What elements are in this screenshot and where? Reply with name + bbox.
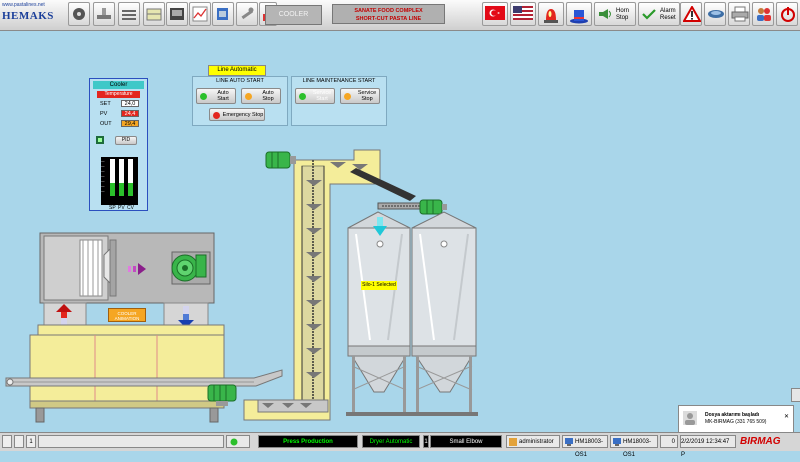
datetime-field: 2/2/2019 12:34:47 P (680, 435, 736, 458)
cooler-fan (171, 251, 211, 285)
status-icons (226, 435, 250, 448)
computer-icon (613, 438, 621, 446)
process-diagram (5, 149, 478, 423)
keyboard-icon[interactable] (2, 435, 12, 448)
user-avatar-icon (683, 411, 697, 425)
silo-1 (347, 211, 411, 414)
computer-icon (565, 438, 573, 446)
dryer-mode-field: Dryer Automatic (362, 435, 420, 448)
silo-2 (411, 211, 477, 414)
elevator-motor (265, 151, 296, 169)
message-field (38, 435, 224, 448)
silo-selected-label: Silo-1 Selected (361, 281, 397, 290)
production-mode-field: Press Production (258, 435, 358, 448)
index-field: 1 (26, 435, 36, 448)
notification-close-icon[interactable]: ✕ (784, 413, 789, 420)
user-key-icon (509, 438, 517, 446)
notification-detail: MK-BIRMAG (331 765 509) (705, 419, 767, 425)
panel-icon[interactable] (14, 435, 24, 448)
station-field-1: HM18003-OS1 (562, 435, 608, 458)
product-name-field: Small Elbow (430, 435, 502, 448)
cooler-body (29, 324, 225, 423)
notification-title: Dosya aktarımı başladı (705, 412, 760, 418)
counter-field: 0 (660, 435, 678, 448)
birmag-logo: BIRMAG (740, 436, 781, 447)
silo-top-conveyor (377, 199, 447, 215)
cooler-animation-button[interactable]: COOLER ANIMATION (108, 308, 146, 322)
user-field: administrator (506, 435, 560, 448)
file-transfer-notification: Dosya aktarımı başladı MK-BIRMAG (331 76… (678, 405, 794, 433)
product-code-field: 1 (423, 435, 429, 448)
side-scroll-tab[interactable] (791, 388, 800, 402)
lamp-icon (230, 438, 238, 446)
bottom-status-bar: 1 Press Production Dryer Automatic 1 Sma… (0, 432, 800, 458)
silo-base (346, 412, 478, 416)
station-field-2: HM18003-OS1 (610, 435, 658, 458)
